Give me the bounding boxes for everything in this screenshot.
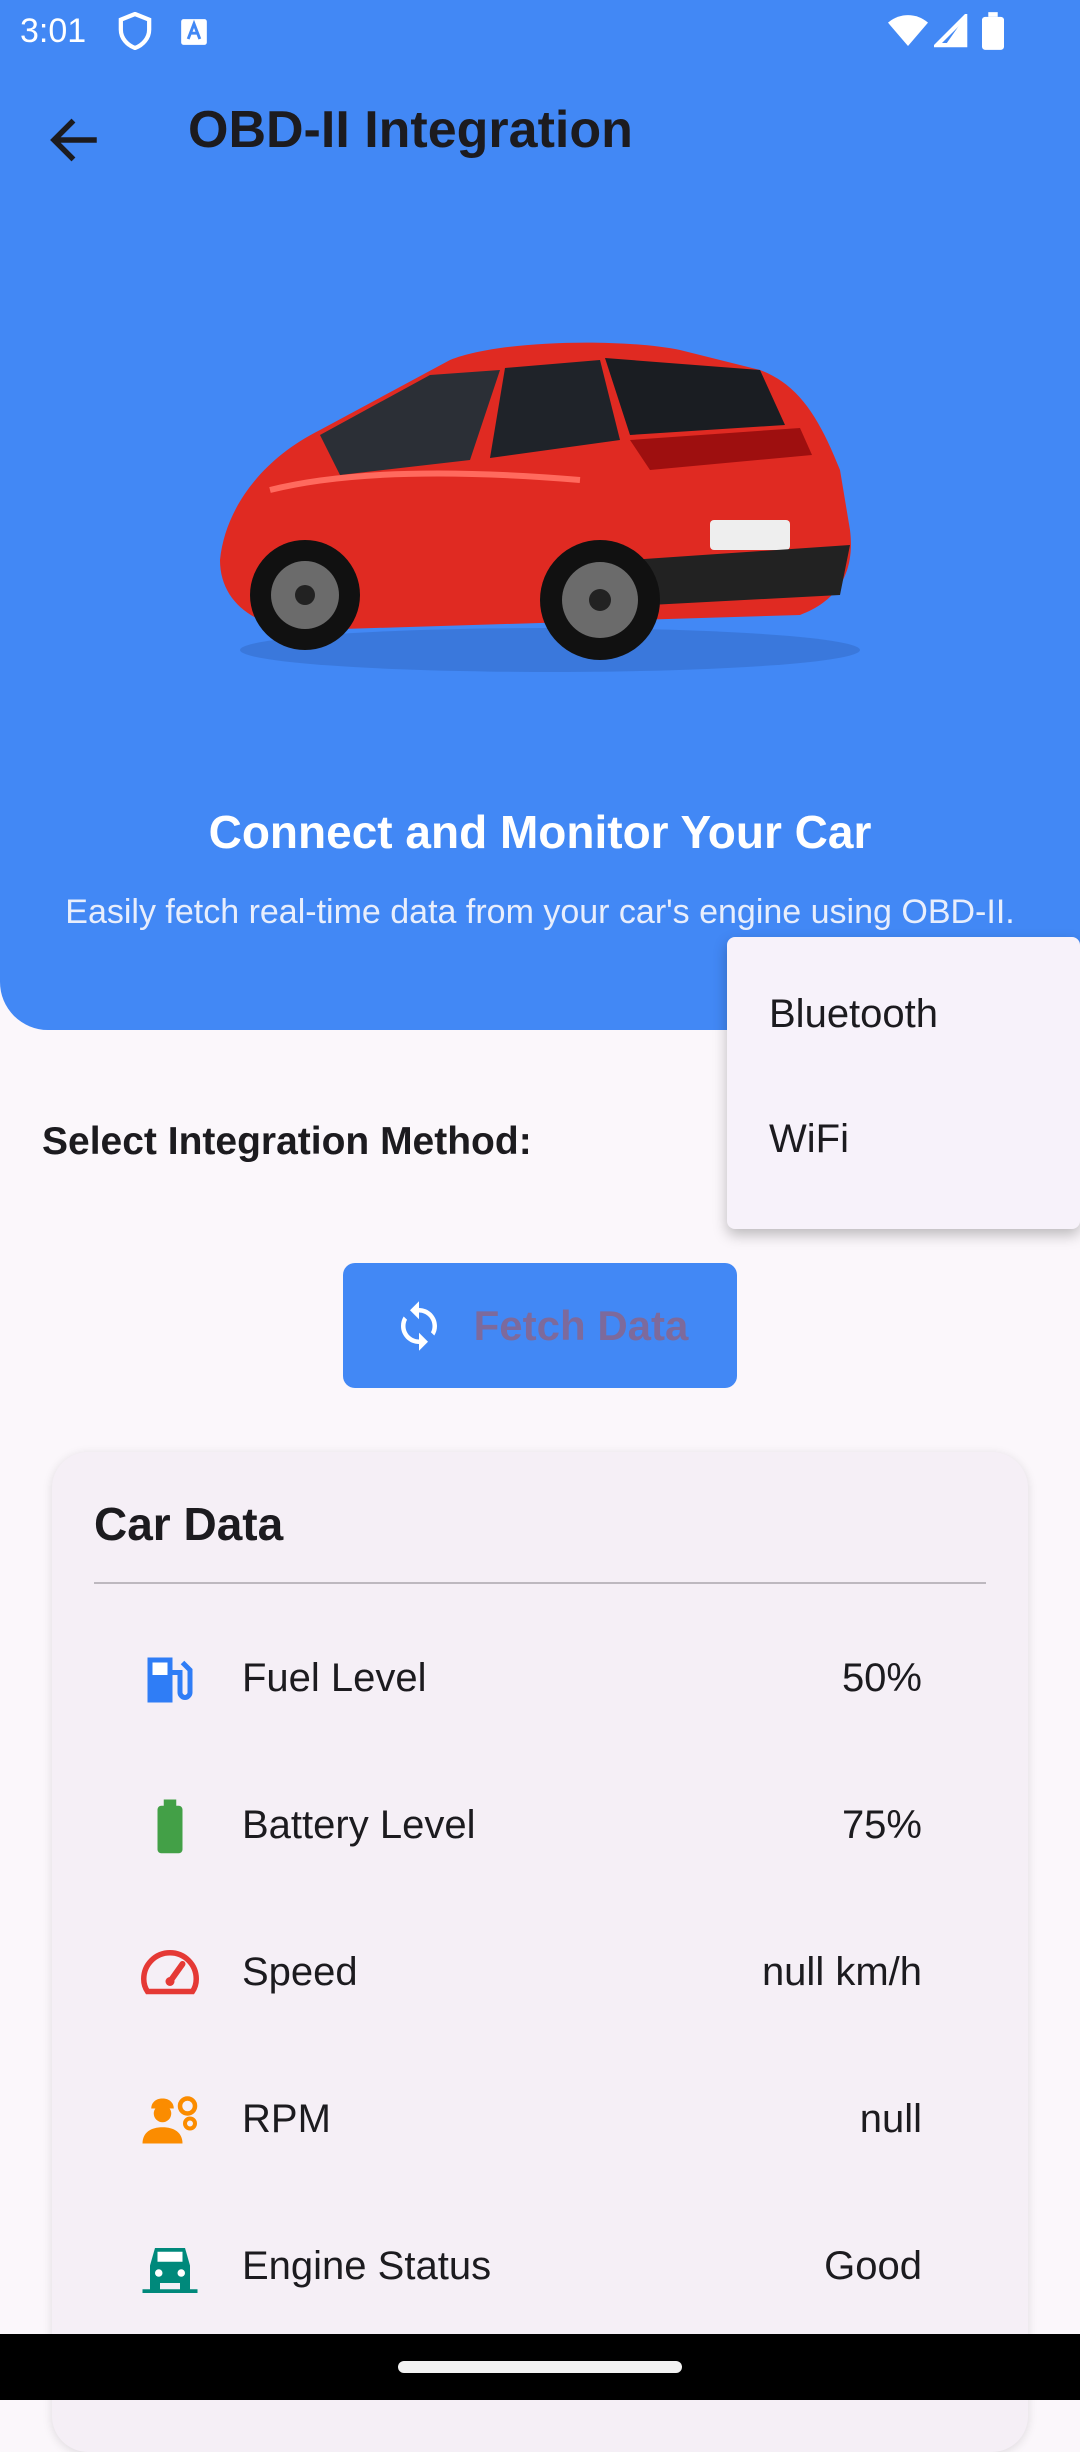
row-label: Engine Status <box>242 2244 492 2288</box>
menu-item-bluetooth[interactable]: Bluetooth <box>769 992 938 1037</box>
row-value: 50% <box>841 1656 922 1700</box>
fetch-data-button[interactable]: Fetch Data <box>343 1263 737 1388</box>
home-gesture-handle[interactable] <box>398 2361 682 2373</box>
car-front-icon <box>142 2248 198 2293</box>
hero-title: Connect and Monitor Your Car <box>208 806 872 858</box>
navigation-bar <box>0 2334 1080 2400</box>
speedometer-icon <box>140 1949 200 1995</box>
battery-full-icon <box>157 1799 183 1854</box>
car-data-card: Car Data Fuel Level 50% Battery Level 75… <box>52 1452 1028 2452</box>
wifi-icon <box>888 14 928 57</box>
hero-subtitle: Easily fetch real-time data from your ca… <box>65 893 1015 931</box>
list-item: Engine Status Good <box>52 2216 1028 2316</box>
menu-item-wifi[interactable]: WiFi <box>769 1117 849 1162</box>
battery-icon <box>982 12 1004 59</box>
status-bar: 3:01 <box>0 0 1080 64</box>
row-value: null <box>859 2097 922 2141</box>
car-image <box>220 342 860 672</box>
signal-icon <box>931 11 968 57</box>
fuel-pump-icon <box>147 1657 193 1703</box>
card-title: Car Data <box>94 1498 284 1550</box>
row-label: Fuel Level <box>242 1656 427 1700</box>
back-button[interactable] <box>44 110 104 170</box>
engineer-icon <box>142 2096 198 2144</box>
shield-icon <box>118 11 152 59</box>
row-value: null km/h <box>761 1950 922 1994</box>
list-item: RPM null <box>52 2069 1028 2169</box>
list-item: Fuel Level 50% <box>52 1628 1028 1728</box>
integration-method-label: Select Integration Method: <box>42 1120 532 1163</box>
list-item: Battery Level 75% <box>52 1775 1028 1875</box>
sync-icon <box>400 1300 437 1351</box>
header-banner: 3:01 OBD-II Integration Connect and Moni… <box>0 0 1080 1030</box>
row-value: 75% <box>841 1803 922 1847</box>
row-label: Battery Level <box>242 1803 476 1847</box>
row-label: Speed <box>242 1950 358 1994</box>
arrow-left-icon <box>50 118 97 162</box>
row-value: Good <box>824 2244 922 2288</box>
card-divider <box>94 1582 986 1584</box>
status-time: 3:01 <box>20 12 87 50</box>
page-title: OBD-II Integration <box>188 101 633 159</box>
a-box-icon <box>180 16 208 55</box>
fetch-data-label: Fetch Data <box>473 1301 689 1349</box>
list-item: Speed null km/h <box>52 1922 1028 2022</box>
row-label: RPM <box>242 2097 331 2141</box>
integration-method-dropdown-menu: Bluetooth WiFi <box>727 937 1080 1229</box>
